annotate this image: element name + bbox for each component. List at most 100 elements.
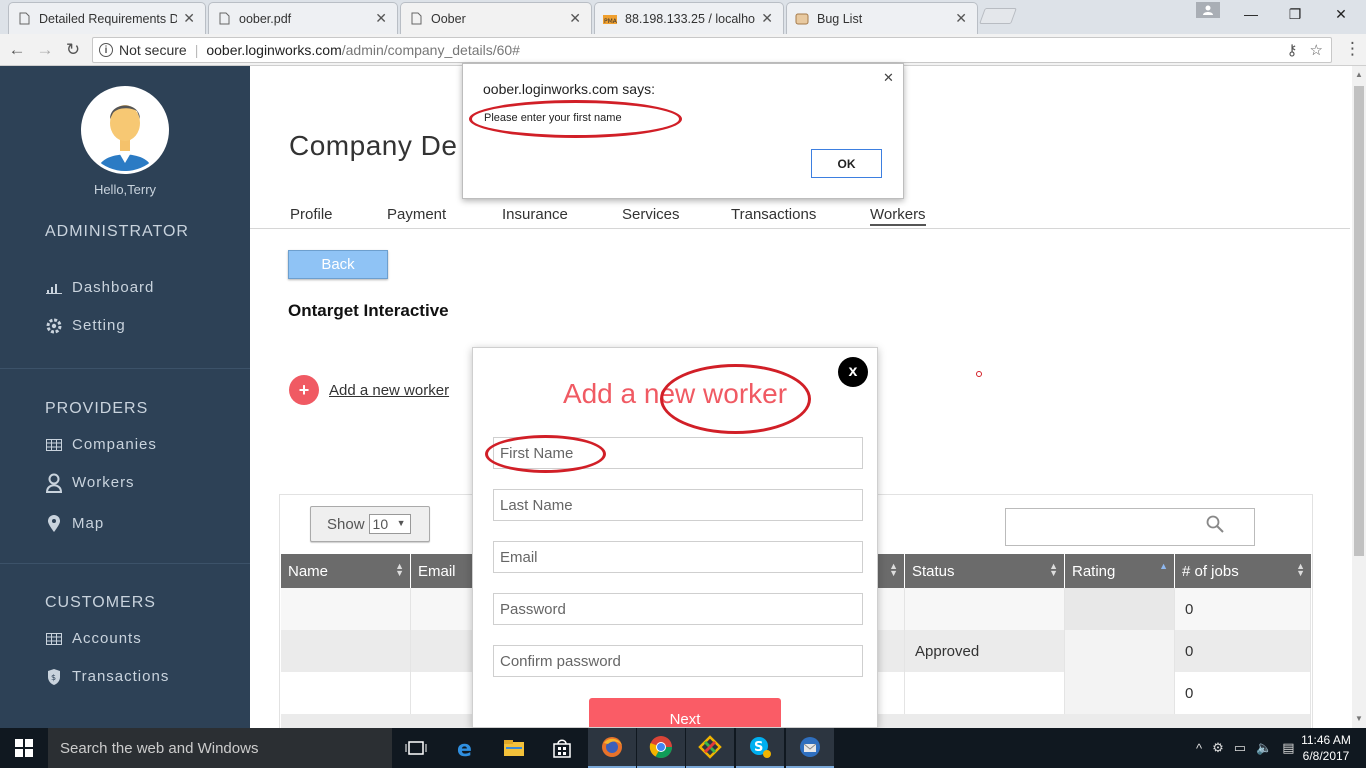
next-button[interactable]: Next xyxy=(589,698,781,727)
column-header-email[interactable]: Email xyxy=(411,554,473,588)
file-explorer-icon[interactable] xyxy=(490,728,538,768)
firefox-icon[interactable] xyxy=(588,728,636,768)
last-name-input[interactable] xyxy=(500,496,862,514)
browser-tab[interactable]: PMA 88.198.133.25 / localhost ✕ xyxy=(594,2,784,34)
close-window-button[interactable]: ✕ xyxy=(1318,0,1364,28)
modal-title: Add a new worker xyxy=(562,378,788,409)
tab-profile[interactable]: Profile xyxy=(290,206,333,223)
sort-icon: ▲ ▼ xyxy=(889,561,898,578)
back-arrow-icon[interactable]: ← xyxy=(6,39,28,61)
column-header-rating[interactable]: Rating ▲ xyxy=(1065,554,1175,588)
edge-browser-icon[interactable]: e xyxy=(442,728,490,768)
confirm-password-field[interactable] xyxy=(493,645,863,677)
page-title: Company De xyxy=(289,130,458,161)
grid-icon xyxy=(45,631,63,647)
restore-button[interactable]: ❐ xyxy=(1272,0,1318,28)
sort-icon: ▲ ▼ xyxy=(395,561,404,578)
clock-date: 6/8/2017 xyxy=(1302,749,1350,763)
show-label: Show xyxy=(327,515,365,533)
taskbar-clock[interactable]: 11:46 AM 6/8/2017 xyxy=(1296,732,1356,764)
address-bar: ← → ↻ i Not secure | oober.loginworks.co… xyxy=(0,34,1366,66)
scrollbar-thumb[interactable] xyxy=(1354,86,1364,556)
tab-workers[interactable]: Workers xyxy=(870,206,926,226)
scroll-up-icon[interactable]: ▲ xyxy=(1355,70,1363,79)
first-name-input[interactable] xyxy=(500,444,862,462)
windows-start-icon[interactable] xyxy=(0,728,48,768)
first-name-field[interactable] xyxy=(493,437,863,469)
column-header-hidden[interactable]: ▲ ▼ xyxy=(876,554,905,588)
table-cell xyxy=(876,714,1311,728)
sidebar-item-workers[interactable]: Workers xyxy=(45,473,135,493)
confirm-password-input[interactable] xyxy=(500,652,862,670)
browser-tab-active[interactable]: Oober ✕ xyxy=(400,2,592,34)
close-tab-icon[interactable]: ✕ xyxy=(955,10,967,27)
sidebar-item-map[interactable]: Map xyxy=(45,514,104,532)
alert-ok-button[interactable]: OK xyxy=(811,149,882,178)
add-worker-label[interactable]: Add a new worker xyxy=(329,382,449,399)
close-tab-icon[interactable]: ✕ xyxy=(183,10,195,27)
scroll-down-icon[interactable]: ▼ xyxy=(1355,714,1363,723)
email-field[interactable] xyxy=(493,541,863,573)
email-input[interactable] xyxy=(500,548,862,566)
minimize-button[interactable]: — xyxy=(1228,0,1274,28)
page-length-control[interactable]: Show 10 ▼ xyxy=(310,506,430,542)
sidebar-item-accounts[interactable]: Accounts xyxy=(45,630,142,647)
profile-icon[interactable] xyxy=(1196,2,1220,18)
section-title-customers: CUSTOMERS xyxy=(45,594,156,611)
bookmark-star-icon[interactable]: ☆ xyxy=(1310,41,1323,59)
url-field[interactable]: i Not secure | oober.loginworks.com/admi… xyxy=(92,37,1332,63)
display-icon[interactable]: ▭ xyxy=(1234,740,1246,756)
store-icon[interactable] xyxy=(538,728,586,768)
table-cell xyxy=(281,714,473,728)
forward-arrow-icon[interactable]: → xyxy=(34,39,56,61)
alert-message: Please enter your first name xyxy=(484,112,622,124)
password-input[interactable] xyxy=(500,600,862,618)
network-settings-icon[interactable]: ⚙ xyxy=(1212,740,1224,756)
app-icon[interactable] xyxy=(686,728,734,768)
reload-icon[interactable]: ↻ xyxy=(62,39,84,61)
browser-tab[interactable]: Detailed Requirements D ✕ xyxy=(8,2,206,34)
menu-icon[interactable]: ⋮ xyxy=(1344,39,1361,59)
tray-chevron-icon[interactable]: ^ xyxy=(1196,741,1202,756)
tab-services[interactable]: Services xyxy=(622,206,680,223)
sidebar: Hello,Terry ADMINISTRATOR Dashboard Sett… xyxy=(0,66,250,728)
page-length-select[interactable]: 10 ▼ xyxy=(368,514,411,534)
sidebar-item-transactions[interactable]: $ Transactions xyxy=(45,668,169,685)
volume-icon[interactable]: 🔈 xyxy=(1256,740,1272,756)
bar-chart-icon xyxy=(45,280,63,296)
column-header-jobs[interactable]: # of jobs ▲ ▼ xyxy=(1175,554,1311,588)
task-view-icon[interactable] xyxy=(392,728,440,768)
page-scrollbar[interactable]: ▲ ▼ xyxy=(1352,66,1366,728)
document-icon xyxy=(409,12,423,26)
sidebar-item-setting[interactable]: Setting xyxy=(45,317,126,334)
tab-transactions[interactable]: Transactions xyxy=(731,206,816,223)
taskbar-search-input[interactable]: Search the web and Windows xyxy=(48,728,392,768)
alert-close-icon[interactable]: ✕ xyxy=(883,70,894,86)
close-tab-icon[interactable]: ✕ xyxy=(761,10,773,27)
password-field[interactable] xyxy=(493,593,863,625)
thunderbird-icon[interactable] xyxy=(786,728,834,768)
add-worker-link[interactable]: + Add a new worker xyxy=(289,375,449,405)
key-icon[interactable]: ⚷ xyxy=(1287,41,1298,59)
browser-tab[interactable]: oober.pdf ✕ xyxy=(208,2,398,34)
back-button[interactable]: Back xyxy=(288,250,388,279)
sidebar-item-companies[interactable]: Companies xyxy=(45,436,157,453)
column-header-name[interactable]: Name ▲ ▼ xyxy=(281,554,411,588)
column-header-status[interactable]: Status ▲ ▼ xyxy=(905,554,1065,588)
close-tab-icon[interactable]: ✕ xyxy=(375,10,387,27)
svg-text:e: e xyxy=(457,737,472,759)
notifications-icon[interactable]: ▤ xyxy=(1282,740,1294,756)
table-search-input[interactable] xyxy=(1005,508,1255,546)
sidebar-item-dashboard[interactable]: Dashboard xyxy=(45,279,154,296)
browser-tab[interactable]: Bug List ✕ xyxy=(786,2,978,34)
modal-close-button[interactable]: x xyxy=(838,357,868,387)
last-name-field[interactable] xyxy=(493,489,863,521)
chrome-icon[interactable] xyxy=(637,728,685,768)
new-tab-button[interactable] xyxy=(979,8,1017,24)
plus-icon[interactable]: + xyxy=(289,375,319,405)
info-icon[interactable]: i xyxy=(99,43,113,57)
tab-insurance[interactable]: Insurance xyxy=(502,206,568,223)
close-tab-icon[interactable]: ✕ xyxy=(569,10,581,27)
skype-icon[interactable]: S xyxy=(736,728,784,768)
tab-payment[interactable]: Payment xyxy=(387,206,446,223)
